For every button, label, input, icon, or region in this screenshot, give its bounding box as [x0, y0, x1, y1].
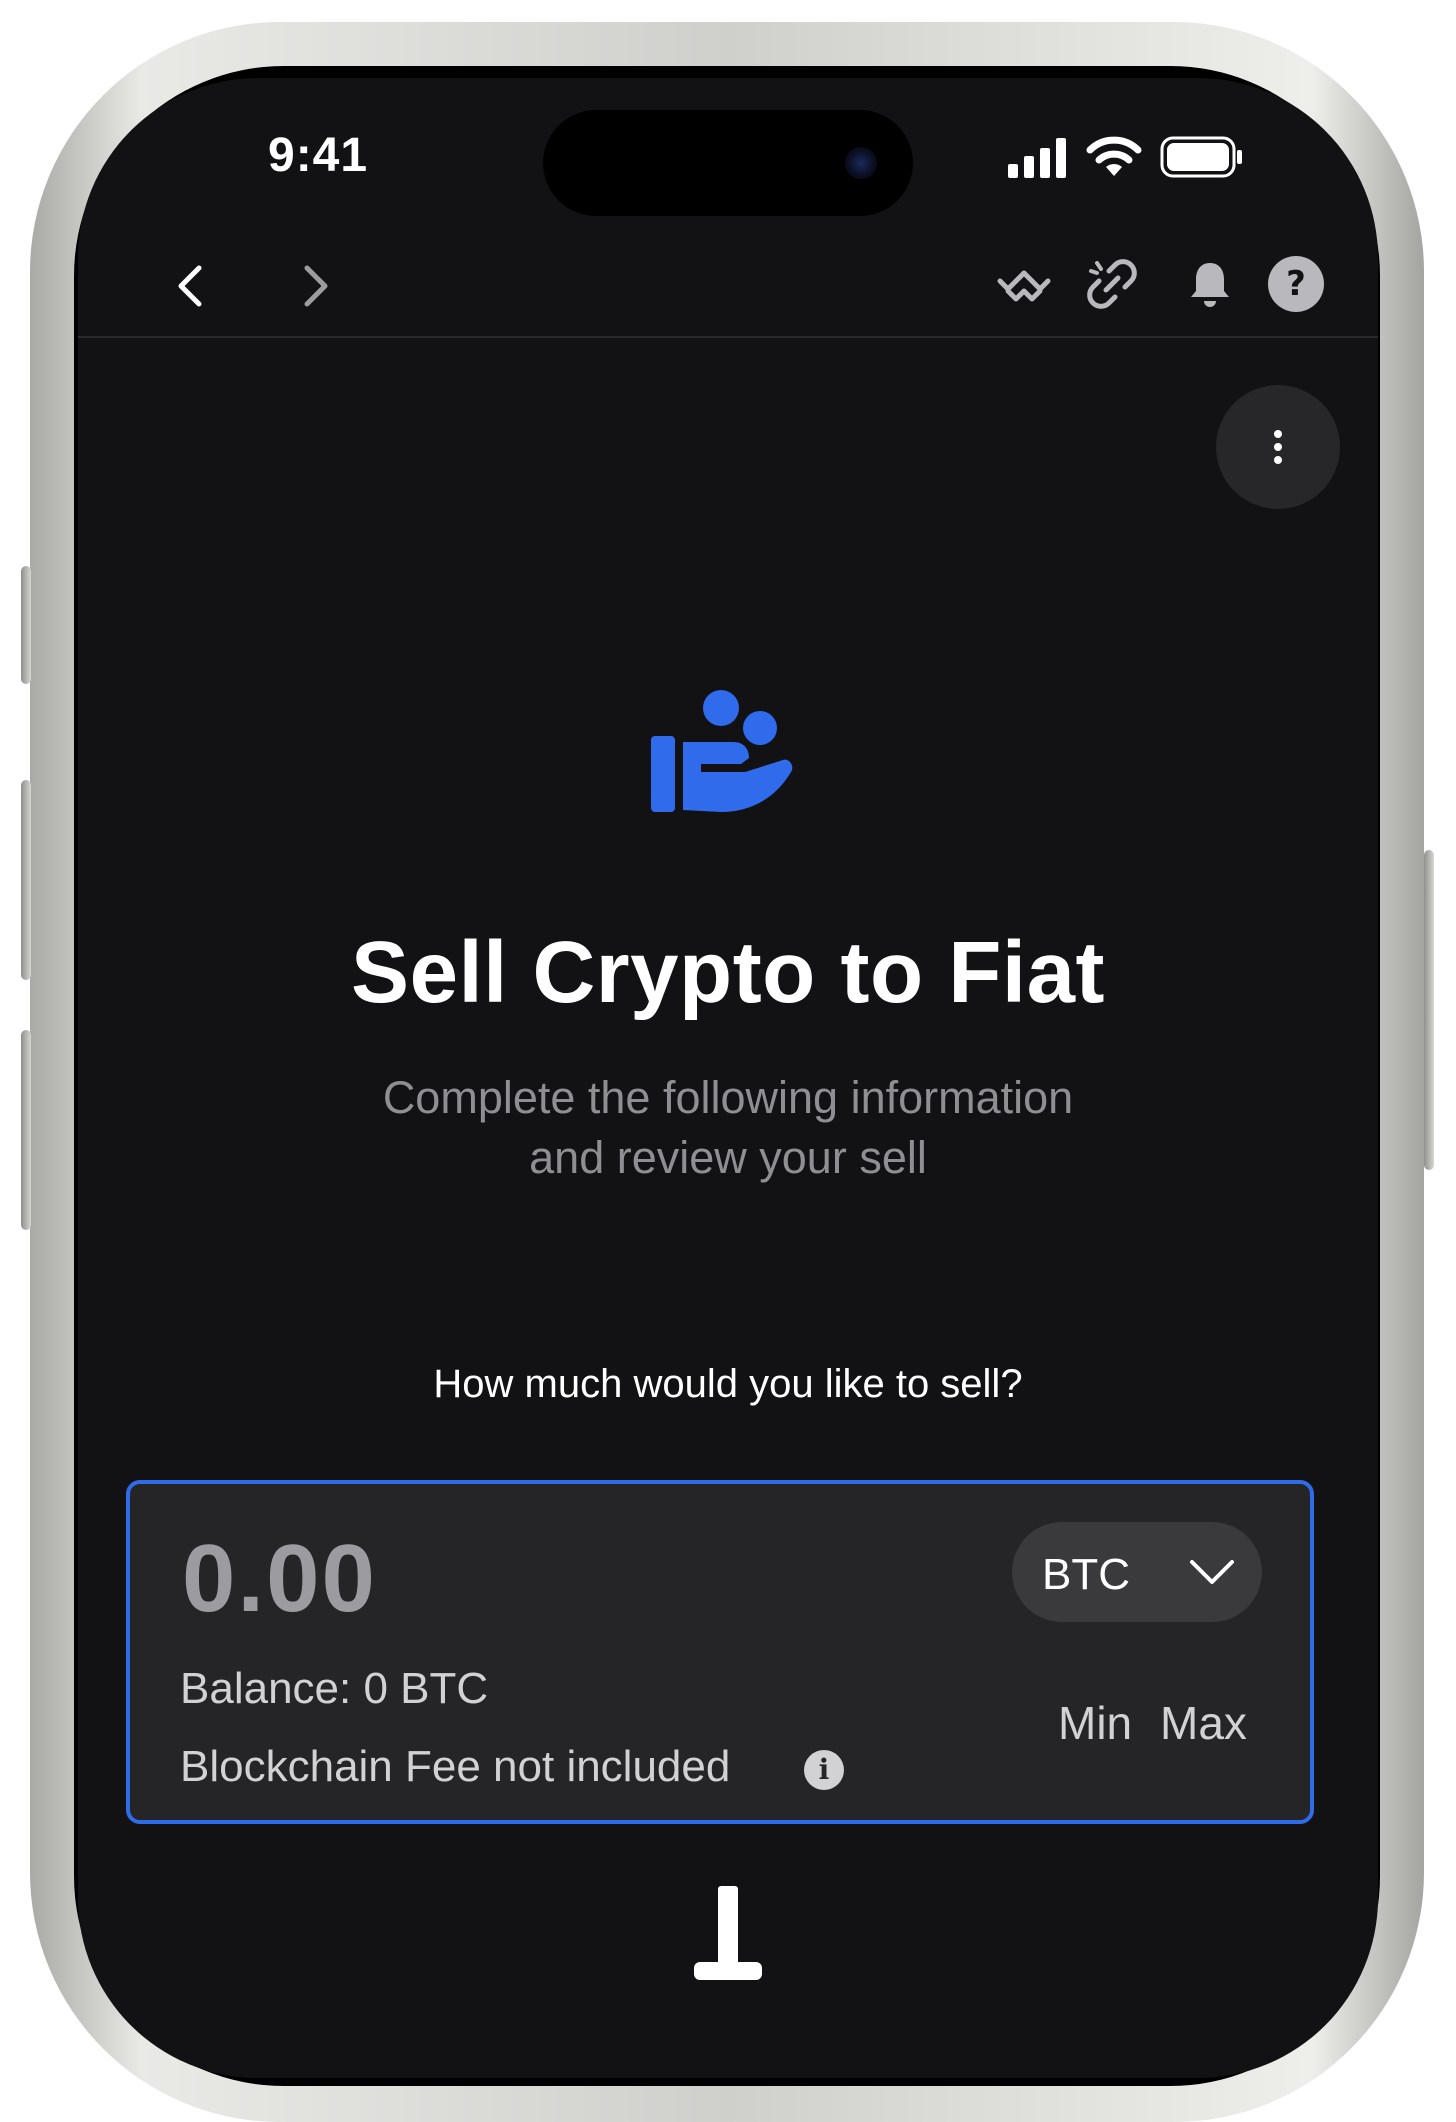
page-subtitle-line1: Complete the following information [382, 1072, 1074, 1123]
walletconnect-icon[interactable] [994, 256, 1054, 316]
more-vertical-icon [1274, 430, 1282, 464]
side-button-volume-up [21, 780, 31, 980]
fee-note: Blockchain Fee not included [180, 1742, 731, 1791]
more-options-button[interactable] [1216, 385, 1340, 509]
back-icon[interactable] [160, 256, 220, 316]
page-title: Sell Crypto to Fiat [351, 924, 1105, 1021]
wifi-icon [1086, 136, 1142, 176]
bell-icon[interactable] [1180, 254, 1240, 314]
currency-label: BTC [1042, 1550, 1130, 1599]
amount-input[interactable]: 0.00 [182, 1524, 377, 1634]
signal-icon [1008, 138, 1066, 178]
amount-question: How much would you like to sell? [433, 1362, 1023, 1406]
battery-icon [1160, 136, 1242, 178]
chevron-down-icon [1190, 1560, 1234, 1584]
amount-card: 0.00 BTC Balance: 0 BTC Blockchain Fee n… [126, 1480, 1314, 1824]
info-icon[interactable]: i [804, 1750, 844, 1790]
status-time: 9:41 [268, 129, 369, 182]
link-icon[interactable] [1082, 254, 1142, 314]
max-button[interactable]: Max [1160, 1696, 1247, 1750]
page-subtitle-line2: and review your sell [529, 1132, 927, 1183]
arrow-down-icon [694, 1886, 762, 1980]
side-button-power [1424, 850, 1434, 1170]
forward-icon[interactable] [286, 256, 346, 316]
help-icon[interactable]: ? [1268, 256, 1324, 312]
app-screen: 9:41 ? Sell Crypto to Fiat Complete the … [78, 78, 1378, 2078]
balance-text: Balance: 0 BTC [180, 1664, 489, 1713]
side-button-action [21, 566, 31, 684]
currency-select[interactable]: BTC [1012, 1522, 1262, 1622]
min-button[interactable]: Min [1058, 1696, 1132, 1750]
sell-hand-icon [651, 690, 793, 812]
nav-bar: ? [78, 228, 1378, 338]
side-button-volume-down [21, 1030, 31, 1230]
dynamic-island [543, 110, 913, 216]
camera-icon [845, 147, 877, 179]
page-subtitle: Complete the following information and r… [78, 1068, 1378, 1188]
